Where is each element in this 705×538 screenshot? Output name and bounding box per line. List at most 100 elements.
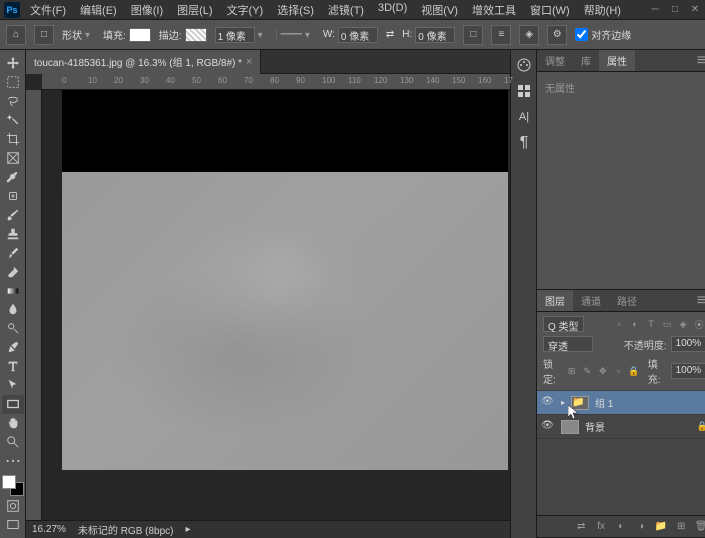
visibility-icon[interactable]: 👁 (541, 396, 555, 410)
canvas-image[interactable] (62, 172, 508, 470)
height-input[interactable]: 0 像素 (415, 27, 455, 43)
menu-edit[interactable]: 编辑(E) (74, 0, 123, 20)
character-panel-icon[interactable]: A| (513, 106, 535, 128)
layer-style-icon[interactable]: fx (594, 520, 608, 534)
filter-shape-icon[interactable]: ▭ (660, 317, 674, 331)
new-group-icon[interactable]: 📁 (654, 520, 668, 534)
menu-file[interactable]: 文件(F) (24, 0, 72, 20)
tab-close-icon[interactable]: × (246, 56, 252, 68)
filter-toggle-icon[interactable]: ⦿ (692, 317, 705, 331)
lock-position-icon[interactable]: ✥ (597, 364, 609, 378)
lock-icon[interactable]: 🔒 (697, 421, 705, 432)
path-arrange-icon[interactable]: ◈ (519, 25, 539, 45)
visibility-icon[interactable]: 👁 (541, 420, 555, 434)
edit-toolbar[interactable]: ⋯ (2, 451, 24, 471)
dodge-tool[interactable] (2, 319, 24, 338)
heal-tool[interactable] (2, 186, 24, 205)
eyedropper-tool[interactable] (2, 168, 24, 187)
wand-tool[interactable] (2, 111, 24, 130)
menu-select[interactable]: 选择(S) (271, 0, 320, 20)
filter-type-icon[interactable]: T (644, 317, 658, 331)
blend-mode-dropdown[interactable]: 穿透 (543, 336, 593, 352)
path-select-tool[interactable] (2, 376, 24, 395)
layer-name[interactable]: 组 1 (595, 395, 613, 410)
paths-tab[interactable]: 路径 (609, 290, 645, 311)
document-tab[interactable]: toucan-4185361.jpg @ 16.3% (组 1, RGB/8#)… (26, 50, 261, 74)
chevron-down-icon[interactable]: ▾ (85, 30, 95, 40)
lock-all-icon[interactable]: 🔒 (628, 364, 640, 378)
channels-tab[interactable]: 通道 (573, 290, 609, 311)
color-panel-icon[interactable] (513, 54, 535, 76)
color-swatches[interactable] (2, 475, 24, 496)
align-edges-checkbox[interactable] (575, 28, 588, 41)
menu-help[interactable]: 帮助(H) (578, 0, 627, 20)
library-tab[interactable]: 库 (573, 50, 599, 71)
zoom-level[interactable]: 16.27% (32, 524, 66, 535)
menu-plugins[interactable]: 增效工具 (466, 0, 522, 20)
lock-transparency-icon[interactable]: ⊞ (566, 364, 578, 378)
frame-tool[interactable] (2, 149, 24, 168)
type-tool[interactable] (2, 357, 24, 376)
fill-input[interactable]: 100% (671, 363, 705, 379)
layer-item-background[interactable]: 👁 背景 🔒 (537, 415, 705, 439)
stroke-width-input[interactable]: 1 像素 (215, 27, 255, 43)
properties-tab[interactable]: 属性 (599, 50, 635, 71)
fill-swatch[interactable] (129, 28, 151, 42)
minimize-button[interactable]: ─ (649, 4, 661, 16)
lasso-tool[interactable] (2, 92, 24, 111)
link-icon[interactable]: ⇄ (386, 29, 394, 40)
screen-mode[interactable] (2, 515, 24, 534)
document-info[interactable]: 未标记的 RGB (8bpc) (78, 522, 174, 537)
maximize-button[interactable]: □ (669, 4, 681, 16)
stroke-style[interactable]: ─── (281, 29, 302, 40)
stamp-tool[interactable] (2, 224, 24, 243)
menu-layer[interactable]: 图层(L) (171, 0, 218, 20)
adjustments-tab[interactable]: 调整 (537, 50, 573, 71)
adjustment-layer-icon[interactable]: ◑ (634, 520, 648, 534)
canvas-viewport[interactable] (42, 90, 510, 520)
crop-tool[interactable] (2, 130, 24, 149)
filter-smart-icon[interactable]: ◈ (676, 317, 690, 331)
link-layers-icon[interactable]: ⇄ (574, 520, 588, 534)
opacity-input[interactable]: 100% (671, 336, 705, 352)
panel-menu-icon[interactable]: ≡ (691, 292, 705, 310)
menu-3d[interactable]: 3D(D) (372, 0, 413, 20)
menu-type[interactable]: 文字(Y) (221, 0, 270, 20)
stroke-swatch[interactable] (185, 28, 207, 42)
blur-tool[interactable] (2, 300, 24, 319)
gear-icon[interactable]: ⚙ (547, 25, 567, 45)
brush-tool[interactable] (2, 205, 24, 224)
new-layer-icon[interactable]: ⊞ (674, 520, 688, 534)
filter-adjust-icon[interactable]: ◐ (628, 317, 642, 331)
lock-artboard-icon[interactable]: ▫ (613, 364, 625, 378)
layer-thumbnail[interactable] (561, 420, 579, 434)
rectangle-tool[interactable] (2, 395, 24, 414)
gradient-tool[interactable] (2, 281, 24, 300)
swatches-panel-icon[interactable] (513, 80, 535, 102)
menu-view[interactable]: 视图(V) (415, 0, 464, 20)
eraser-tool[interactable] (2, 262, 24, 281)
zoom-tool[interactable] (2, 432, 24, 451)
folder-toggle-icon[interactable]: ▸ (561, 398, 565, 407)
status-arrow-icon[interactable]: ▸ (186, 524, 191, 535)
width-input[interactable]: 0 像素 (338, 27, 378, 43)
tool-preset-icon[interactable]: □ (34, 25, 54, 45)
foreground-color[interactable] (2, 475, 16, 489)
home-icon[interactable]: ⌂ (6, 25, 26, 45)
path-align-icon[interactable]: ≡ (491, 25, 511, 45)
quickmask-tool[interactable] (2, 496, 24, 515)
path-operations-icon[interactable]: □ (463, 25, 483, 45)
panel-menu-icon[interactable]: ≡ (691, 52, 705, 70)
pen-tool[interactable] (2, 338, 24, 357)
marquee-tool[interactable] (2, 73, 24, 92)
layers-tab[interactable]: 图层 (537, 290, 573, 311)
history-brush-tool[interactable] (2, 243, 24, 262)
lock-paint-icon[interactable]: ✎ (581, 364, 593, 378)
filter-image-icon[interactable]: ▫ (612, 317, 626, 331)
close-button[interactable]: ✕ (689, 4, 701, 16)
layer-mask-icon[interactable]: ◐ (614, 520, 628, 534)
move-tool[interactable] (2, 54, 24, 73)
hand-tool[interactable] (2, 414, 24, 433)
menu-image[interactable]: 图像(I) (125, 0, 169, 20)
layer-filter-dropdown[interactable]: Q 类型 (543, 316, 584, 332)
